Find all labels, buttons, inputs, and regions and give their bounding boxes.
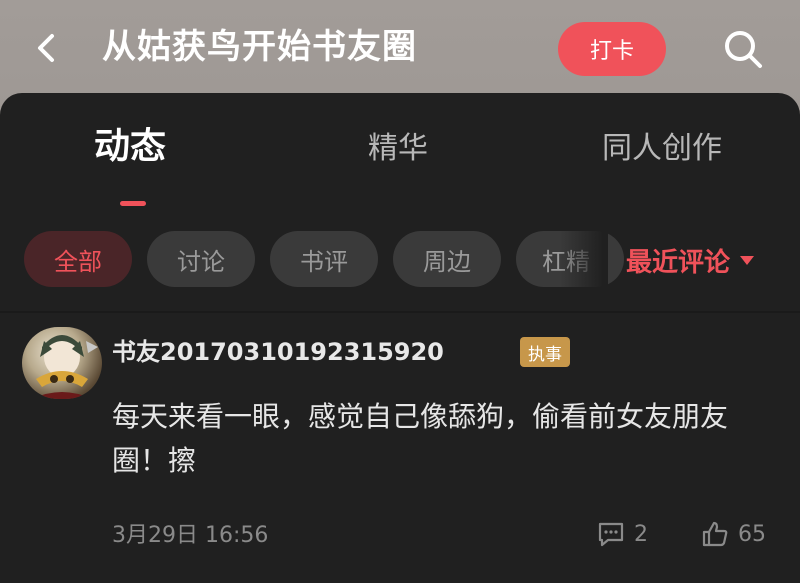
back-button[interactable]: [26, 28, 66, 68]
chevron-left-icon: [38, 34, 54, 62]
comment-icon: [598, 522, 624, 547]
tab-featured[interactable]: 精华: [368, 127, 428, 171]
post-time: 3月29日 16:56: [112, 523, 269, 548]
tab-dynamic[interactable]: 动态: [94, 125, 166, 169]
tab-bar: 动态 精华 同人创作: [0, 93, 800, 206]
filter-chip-discussion[interactable]: 讨论: [147, 231, 255, 287]
comment-button[interactable]: 2: [596, 519, 648, 549]
sort-dropdown-label: 最近评论: [626, 247, 731, 278]
content-panel: 动态 精华 同人创作 全部 讨论 书评 周边 杠精 最近评论: [0, 93, 800, 583]
like-button[interactable]: 65: [700, 519, 766, 549]
like-count: 65: [738, 521, 766, 547]
tab-fan-creation[interactable]: 同人创作: [602, 127, 722, 171]
comment-count: 2: [634, 521, 648, 547]
post-username[interactable]: 书友20170310192315920: [112, 335, 444, 369]
filter-chip-review[interactable]: 书评: [270, 231, 378, 287]
divider: [0, 311, 800, 313]
search-icon: [725, 31, 762, 68]
role-badge: 执事: [520, 337, 570, 367]
post-content[interactable]: 每天来看一眼，感觉自己像舔狗，偷看前女友朋友圈！擦: [112, 395, 772, 483]
search-button[interactable]: [720, 26, 766, 72]
filter-bar: 全部 讨论 书评 周边 杠精 最近评论: [0, 231, 800, 289]
avatar[interactable]: [22, 327, 102, 399]
post-item[interactable]: 书友20170310192315920 执事 每天来看一眼，感觉自己像舔狗，偷看…: [0, 319, 800, 583]
caret-down-icon: [740, 255, 755, 265]
filter-chip-all[interactable]: 全部: [24, 231, 132, 287]
filter-chip-merch[interactable]: 周边: [393, 231, 501, 287]
sort-dropdown[interactable]: 最近评论: [626, 231, 755, 289]
avatar-image: [32, 335, 98, 399]
filter-fade: [560, 231, 608, 289]
tab-indicator: [120, 201, 146, 206]
checkin-button[interactable]: 打卡: [558, 22, 666, 76]
thumbs-up-icon: [702, 521, 728, 547]
top-bar: 从姑获鸟开始书友圈 打卡: [0, 0, 800, 96]
page-title: 从姑获鸟开始书友圈: [102, 27, 417, 67]
